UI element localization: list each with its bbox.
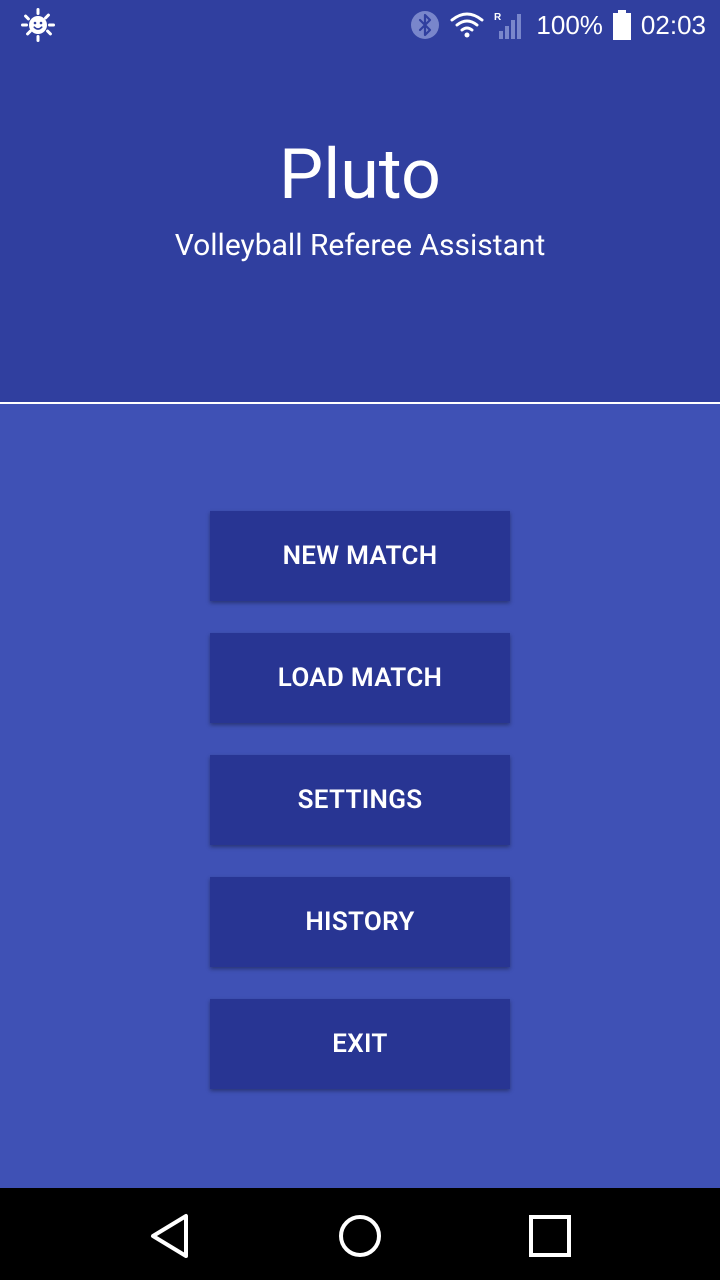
signal-icon: R [494,10,526,40]
load-match-button[interactable]: LOAD MATCH [210,633,510,723]
recents-icon[interactable] [526,1212,574,1260]
back-icon[interactable] [146,1212,194,1260]
status-right: R 100% 02:03 [410,0,706,50]
status-bar: R 100% 02:03 [0,0,720,50]
clock: 02:03 [640,10,706,40]
svg-text:R: R [494,12,502,23]
settings-button[interactable]: SETTINGS [210,755,510,845]
battery-percent: 100% [536,10,603,40]
app-title: Pluto [279,134,441,216]
exit-button[interactable]: EXIT [210,999,510,1089]
app-subtitle: Volleyball Referee Assistant [174,228,546,263]
wifi-icon [450,11,484,39]
history-button[interactable]: HISTORY [210,877,510,967]
app-header: Pluto Volleyball Referee Assistant [0,50,720,402]
bluetooth-icon [410,10,440,40]
navigation-bar [0,1188,720,1280]
sun-smiley-icon [20,7,56,43]
main-menu: NEW MATCH LOAD MATCH SETTINGS HISTORY EX… [0,404,720,1188]
battery-icon [612,10,631,40]
new-match-button[interactable]: NEW MATCH [210,511,510,601]
home-icon[interactable] [336,1212,384,1260]
